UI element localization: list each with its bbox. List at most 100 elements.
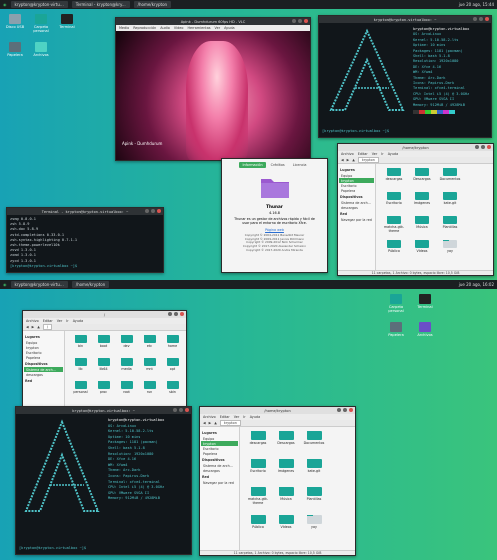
taskbar-item[interactable]: krypton@krypton-virtu... [10, 281, 68, 288]
file-item[interactable]: Escritorio [244, 459, 272, 487]
tab-info[interactable]: Información [239, 162, 266, 168]
forward-icon[interactable]: ▶ [32, 325, 35, 329]
file-item[interactable]: sbin [161, 381, 184, 404]
file-item[interactable]: proc [92, 381, 115, 404]
location-button[interactable]: / [42, 324, 52, 330]
menu-icon[interactable]: ◉ [3, 282, 7, 287]
file-item[interactable]: lib [69, 358, 92, 381]
close-icon[interactable] [304, 19, 308, 23]
close-icon[interactable] [349, 408, 353, 412]
back-icon[interactable]: ◀ [26, 325, 29, 329]
file-item[interactable]: dev [115, 335, 138, 358]
menu-icon[interactable]: ◉ [3, 2, 7, 7]
menu-item[interactable]: Ir [243, 415, 245, 419]
taskbar-item[interactable]: /home/krypton [71, 281, 110, 288]
desktop-icon-home[interactable]: Carpeta personal [385, 294, 407, 313]
desktop-icon-usb[interactable]: Disco USB [4, 14, 26, 29]
menu-item[interactable]: Editar [220, 415, 230, 419]
file-item[interactable]: yay [436, 240, 464, 264]
file-item[interactable]: bin [69, 335, 92, 358]
forward-icon[interactable]: ▶ [347, 158, 350, 162]
tab-credits[interactable]: Créditos [268, 162, 288, 168]
file-item[interactable]: Plantillas [300, 487, 328, 515]
file-item[interactable]: matcha-gtk-theme [380, 216, 408, 240]
sidebar-item-downloads[interactable]: descargas [24, 372, 63, 377]
sidebar-item-trash[interactable]: Papelera [339, 188, 374, 193]
file-item[interactable]: personal [69, 381, 92, 404]
desktop-icon-files[interactable]: Archivos [30, 42, 52, 57]
terminal-prompt[interactable]: [krypton@krypton-virtualbox ~]$ [19, 546, 86, 550]
file-item[interactable]: descargas [380, 168, 408, 192]
file-item[interactable]: Documentos [436, 168, 464, 192]
clock[interactable]: jue 20 ago, 15:44 [459, 2, 494, 7]
close-icon[interactable] [185, 408, 189, 412]
menu-item[interactable]: Ver [57, 319, 63, 323]
menu-item[interactable]: Reproducción [133, 26, 156, 30]
menu-item[interactable]: Archivo [203, 415, 216, 419]
menu-item[interactable]: Archivo [26, 319, 39, 323]
file-item[interactable]: Descargas [272, 431, 300, 459]
close-icon[interactable] [485, 17, 489, 21]
file-item[interactable]: Vídeos [272, 515, 300, 543]
sidebar-item-trash[interactable]: Papelera [201, 451, 238, 456]
file-item[interactable]: Imágenes [272, 459, 300, 487]
file-item[interactable]: Público [380, 240, 408, 264]
menu-item[interactable]: Ayuda [224, 26, 234, 30]
file-item[interactable]: run [138, 381, 161, 404]
website-link[interactable]: Página web [222, 228, 327, 232]
sidebar-item-downloads[interactable]: descargas [201, 468, 238, 473]
file-item[interactable]: kate-git [436, 192, 464, 216]
taskbar-item[interactable]: krypton@krypton-virtu... [10, 1, 68, 8]
menu-item[interactable]: Ver [234, 415, 240, 419]
file-item[interactable]: boot [92, 335, 115, 358]
file-item[interactable]: descargas [244, 431, 272, 459]
file-item[interactable]: lib64 [92, 358, 115, 381]
desktop-icon-files[interactable]: Archivos [414, 322, 436, 337]
file-item[interactable]: Descargas [408, 168, 436, 192]
location-button[interactable]: krypton [357, 157, 379, 163]
file-item[interactable]: Escritorio [380, 192, 408, 216]
desktop-icon-terminal[interactable]: Terminal [414, 294, 436, 309]
menu-item[interactable]: Ver [372, 152, 378, 156]
file-item[interactable]: Plantillas [436, 216, 464, 240]
desktop-icon-trash[interactable]: Papelera [385, 322, 407, 337]
up-icon[interactable]: ▲ [37, 325, 40, 329]
sidebar-item-network[interactable]: Navegar por la red [201, 480, 238, 485]
menu-item[interactable]: Ayuda [388, 152, 398, 156]
menu-item[interactable]: Audio [160, 26, 170, 30]
file-item[interactable]: root [115, 381, 138, 404]
file-item[interactable]: mnt [138, 358, 161, 381]
file-item[interactable]: Música [272, 487, 300, 515]
up-icon[interactable]: ▲ [214, 421, 217, 425]
terminal-prompt[interactable]: [krypton@krypton-virtualbox ~]$ [10, 264, 160, 269]
desktop-icon-trash[interactable]: Papelera [4, 42, 26, 57]
menu-item[interactable]: Ir [381, 152, 383, 156]
back-icon[interactable]: ◀ [203, 421, 206, 425]
file-item[interactable]: opt [161, 358, 184, 381]
terminal-prompt[interactable]: [krypton@krypton-virtualbox ~]$ [322, 129, 389, 133]
menu-item[interactable]: Vídeo [174, 26, 184, 30]
sidebar-item-filesystem[interactable]: Sistema de arch... [201, 463, 238, 468]
location-button[interactable]: krypton [219, 420, 241, 426]
menu-item[interactable]: Archivo [341, 152, 354, 156]
file-item[interactable]: Documentos [300, 431, 328, 459]
menu-item[interactable]: Ir [66, 319, 68, 323]
file-item[interactable]: Imágenes [408, 192, 436, 216]
file-item[interactable]: Vídeos [408, 240, 436, 264]
file-item[interactable]: media [115, 358, 138, 381]
close-icon[interactable] [180, 312, 184, 316]
taskbar-item[interactable]: Terminal - krypton@kry... [71, 1, 130, 8]
sidebar-item-downloads[interactable]: descargas [339, 205, 374, 210]
menu-item[interactable]: Editar [43, 319, 53, 323]
file-item[interactable]: home [161, 335, 184, 358]
menu-item[interactable]: Ayuda [250, 415, 260, 419]
desktop-icon-terminal[interactable]: Terminal [56, 14, 78, 29]
file-item[interactable]: Música [408, 216, 436, 240]
up-icon[interactable]: ▲ [352, 158, 355, 162]
sidebar-item-trash[interactable]: Papelera [24, 355, 63, 360]
sidebar-item-filesystem[interactable]: Sistema de arch... [339, 200, 374, 205]
close-icon[interactable] [157, 209, 161, 213]
menu-item[interactable]: Medio [119, 26, 129, 30]
close-icon[interactable] [487, 145, 491, 149]
tab-license[interactable]: Licencia [290, 162, 310, 168]
